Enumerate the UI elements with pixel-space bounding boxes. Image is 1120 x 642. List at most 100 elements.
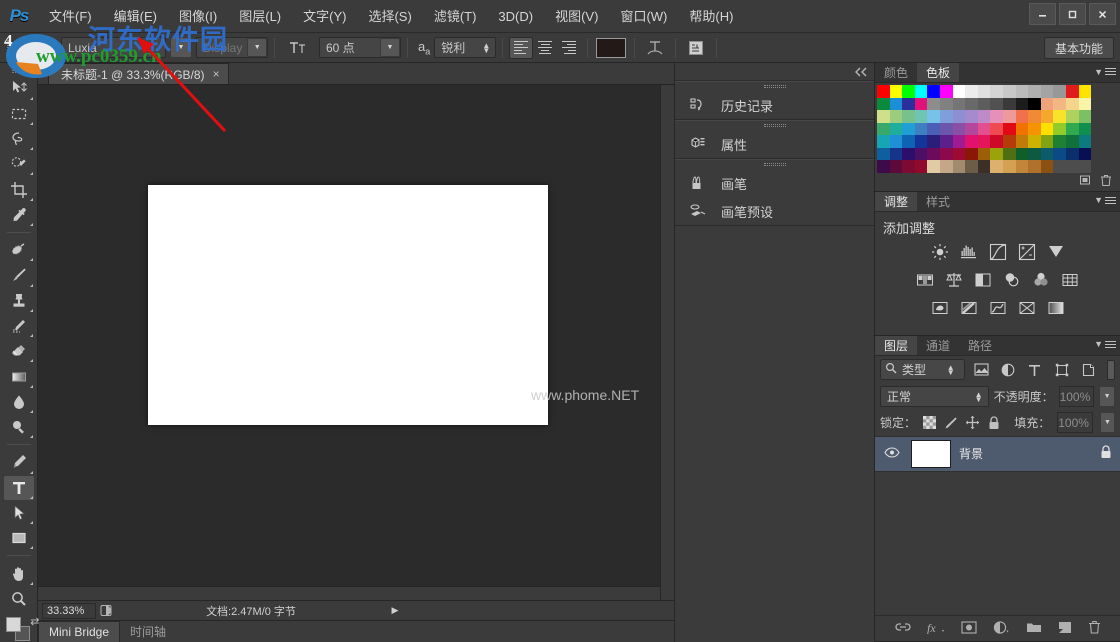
tab-paths[interactable]: 路径 [959,336,1001,355]
swatch[interactable] [927,135,940,148]
menu-type[interactable]: 文字(Y) [292,0,357,33]
swatch[interactable] [965,110,978,123]
align-center-button[interactable] [533,37,557,59]
swatch[interactable] [940,123,953,136]
delete-swatch-icon[interactable] [1100,174,1112,190]
type-filter-icon[interactable] [1024,359,1045,381]
minimize-button[interactable] [1029,3,1056,25]
smart-object-filter-icon[interactable] [1078,359,1099,381]
swatch[interactable] [890,148,903,161]
swatch[interactable] [1028,123,1041,136]
menu-image[interactable]: 图像(I) [168,0,228,33]
swatch[interactable] [1066,110,1079,123]
selective-color-icon[interactable] [1017,299,1036,318]
font-family-dropdown-arrow[interactable]: ▼ [170,37,192,58]
swatch[interactable] [953,135,966,148]
dock-group-gripper[interactable] [675,82,874,91]
swatch[interactable] [990,135,1003,148]
hand-tool[interactable] [4,561,34,585]
swatch[interactable] [1016,160,1029,173]
tab-layers[interactable]: 图层 [875,336,917,355]
photo-filter-icon[interactable] [1003,271,1022,290]
dock-item-properties[interactable]: 属性 [675,130,874,158]
dodge-tool[interactable] [4,415,34,439]
swatch[interactable] [1016,135,1029,148]
swatch[interactable] [877,85,890,98]
swatch[interactable] [1079,135,1092,148]
swatch[interactable] [915,148,928,161]
swatch[interactable] [953,160,966,173]
eyedropper-tool[interactable] [4,203,34,227]
swatch[interactable] [1028,148,1041,161]
swatch[interactable] [902,160,915,173]
swatch[interactable] [1003,110,1016,123]
exposure-icon[interactable] [1017,243,1036,262]
move-tool[interactable] [4,76,34,100]
swatch[interactable] [1028,110,1041,123]
swatch[interactable] [1053,123,1066,136]
swatch[interactable] [902,123,915,136]
swatch[interactable] [1053,110,1066,123]
swatch[interactable] [1079,160,1092,173]
swatch[interactable] [965,160,978,173]
swatch[interactable] [877,110,890,123]
document-tab-close-icon[interactable]: × [213,67,220,81]
layer-name[interactable]: 背景 [959,445,1092,462]
blend-mode-stepper-icon[interactable]: ▲▼ [975,392,988,402]
swatch[interactable] [1028,135,1041,148]
menu-help[interactable]: 帮助(H) [678,0,744,33]
swatch-grid[interactable] [875,83,1120,173]
font-style-dropdown-arrow[interactable]: ▼ [247,38,267,57]
swatch[interactable] [1016,110,1029,123]
tools-panel-gripper[interactable] [0,67,37,76]
tab-swatches[interactable]: 色板 [917,63,959,82]
swatch[interactable] [978,135,991,148]
canvas[interactable] [148,185,548,425]
swatch[interactable] [1053,98,1066,111]
color-balance-icon[interactable] [945,271,964,290]
font-size-dropdown-arrow[interactable]: ▼ [380,38,400,57]
curves-icon[interactable] [988,243,1007,262]
swatch[interactable] [940,148,953,161]
type-tool[interactable] [4,476,34,500]
blend-mode-combo[interactable]: 正常 ▲▼ [880,386,989,407]
layer-row[interactable]: 背景 [875,436,1120,472]
text-orientation-icon[interactable] [14,36,48,60]
swatch[interactable] [965,123,978,136]
swatch[interactable] [1066,135,1079,148]
close-button[interactable] [1089,3,1116,25]
swatch[interactable] [915,160,928,173]
pen-tool[interactable] [4,450,34,474]
lock-image-icon[interactable] [943,414,958,432]
swatch[interactable] [990,110,1003,123]
swap-colors-icon[interactable]: ⇄ [30,615,39,628]
options-bar-gripper[interactable] [2,33,14,63]
swatch[interactable] [978,160,991,173]
dock-item-history[interactable]: 历史记录 [675,91,874,119]
crop-tool[interactable] [4,177,34,201]
antialias-stepper-icon[interactable]: ▲▼ [482,43,495,53]
swatch[interactable] [927,110,940,123]
hue-saturation-icon[interactable] [916,271,935,290]
lock-icon[interactable] [1100,445,1112,462]
swatch[interactable] [965,135,978,148]
menu-layer[interactable]: 图层(L) [228,0,292,33]
tab-mini-bridge[interactable]: Mini Bridge [38,621,120,642]
brightness-contrast-icon[interactable] [930,243,949,262]
swatch[interactable] [978,110,991,123]
tab-timeline[interactable]: 时间轴 [120,621,176,642]
swatch[interactable] [1028,85,1041,98]
swatch[interactable] [890,98,903,111]
swatch[interactable] [1079,123,1092,136]
swatch[interactable] [940,110,953,123]
warp-text-icon[interactable] [641,36,669,60]
panel-menu-icon-color[interactable]: ▼ [1094,66,1116,77]
new-layer-icon[interactable] [1058,621,1072,637]
menu-file[interactable]: 文件(F) [38,0,103,33]
panel-menu-icon-adjustments[interactable]: ▼ [1094,195,1116,206]
fill-value[interactable]: 100% [1057,412,1093,433]
swatch[interactable] [978,148,991,161]
spot-healing-tool[interactable] [4,238,34,262]
layer-thumbnail[interactable] [911,440,951,468]
swatch[interactable] [990,98,1003,111]
